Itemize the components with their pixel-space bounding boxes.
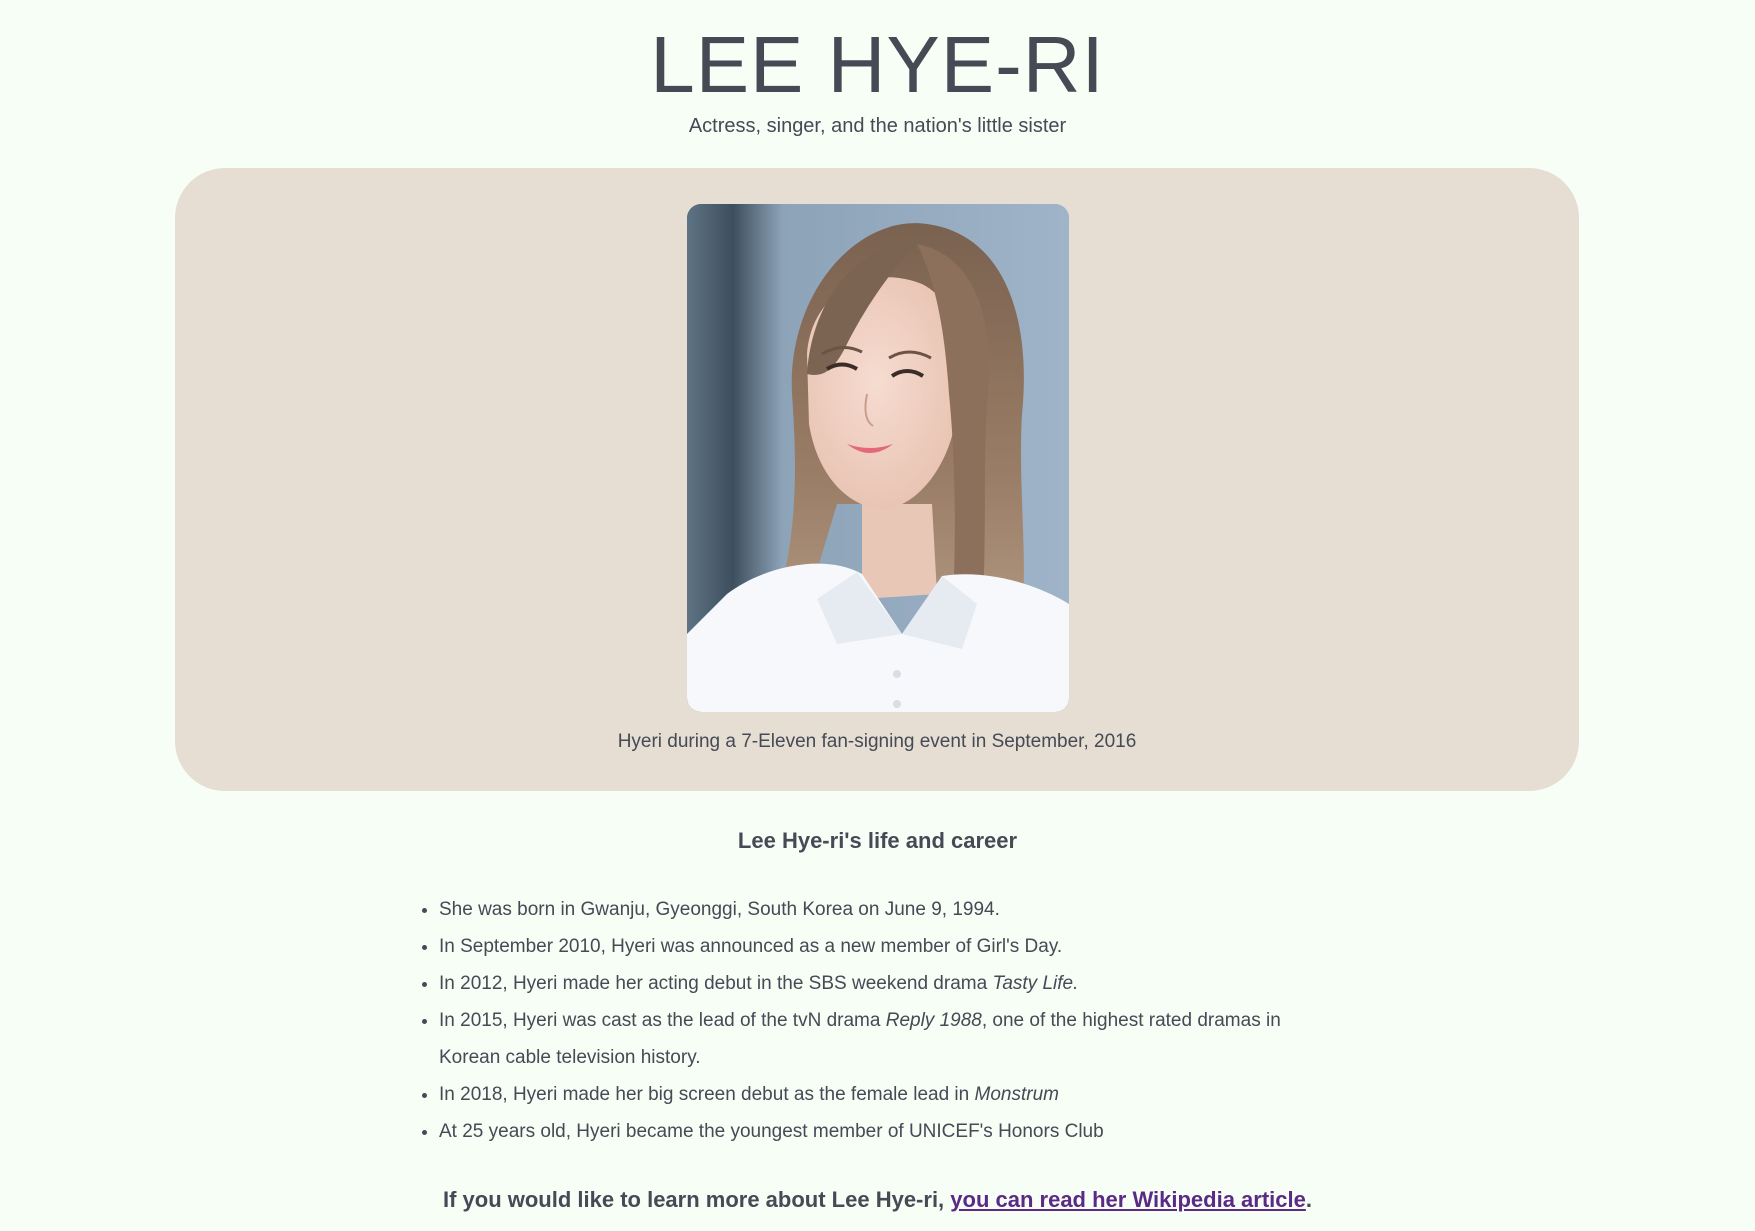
list-item: In September 2010, Hyeri was announced a… [439,928,1299,965]
learn-more-prefix: If you would like to learn more about Le… [442,1187,951,1212]
page-title: LEE HYE-RI [650,20,1105,109]
photo-card: Hyeri during a 7-Eleven fan-signing even… [175,168,1579,791]
wikipedia-link[interactable]: you can read her Wikipedia article [950,1187,1306,1212]
page-header: LEE HYE-RI Actress, singer, and the nati… [0,0,1755,140]
photo-caption: Hyeri during a 7-Eleven fan-signing even… [617,731,1137,752]
list-item: In 2018, Hyeri made her big screen debut… [439,1076,1299,1113]
portrait-photo [687,204,1069,712]
list-item: At 25 years old, Hyeri became the younge… [439,1113,1299,1150]
section-heading: Lee Hye-ri's life and career [737,828,1018,853]
facts-list: She was born in Gwanju, Gyeonggi, South … [410,891,1299,1150]
fact-text: In 2018, Hyeri made her big screen debut… [439,1084,975,1105]
list-item: In 2012, Hyeri made her acting debut in … [439,965,1299,1002]
learn-more-text: If you would like to learn more about Le… [0,1185,1755,1215]
fact-text: In September 2010, Hyeri was announced a… [439,936,1063,957]
fact-text: In 2015, Hyeri was cast as the lead of t… [439,1010,886,1031]
page-subtitle: Actress, singer, and the nation's little… [688,115,1067,137]
list-item: She was born in Gwanju, Gyeonggi, South … [439,891,1299,928]
fact-text: She was born in Gwanju, Gyeonggi, South … [439,899,1000,920]
list-item: In 2015, Hyeri was cast as the lead of t… [439,1002,1299,1076]
fact-text: At 25 years old, Hyeri became the younge… [439,1121,1104,1142]
fact-title: Monstrum [974,1084,1059,1105]
fact-title: Reply 1988 [885,1010,982,1031]
learn-more-period: . [1305,1187,1313,1212]
fact-title: Tasty Life. [992,973,1079,994]
fact-text: In 2012, Hyeri made her acting debut in … [439,973,993,994]
